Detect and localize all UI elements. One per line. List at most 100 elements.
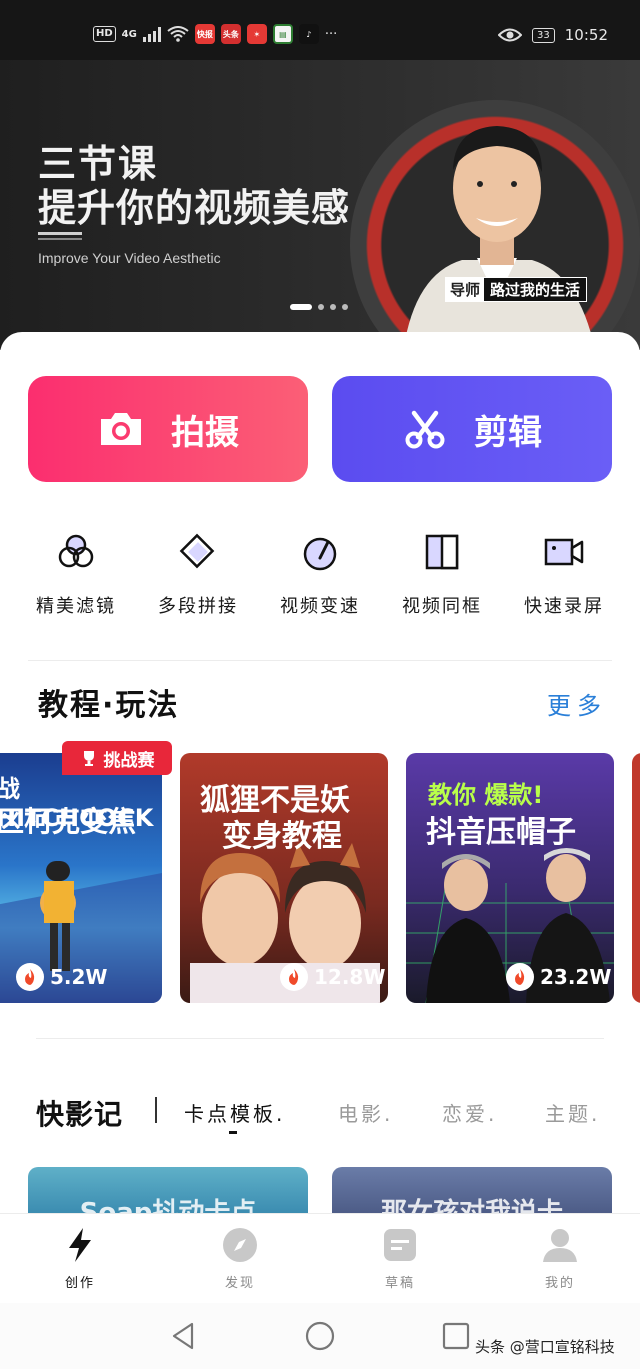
tab-label: 创作 [64, 1276, 95, 1291]
tab-movie[interactable]: 电影. [338, 1098, 393, 1127]
status-bar: HD 4G 快报 头条 ✶ ▤ ♪ ··· 33 10:52 [0, 0, 640, 60]
banner-title-line2: 提升你的视频美感 [38, 186, 351, 230]
trophy-icon [83, 751, 94, 766]
more-notifications: ··· [324, 26, 338, 42]
clock: 10:52 [564, 26, 608, 44]
tool-label: 视频同框 [402, 596, 482, 617]
page-dot [318, 304, 324, 310]
page-dot [342, 304, 348, 310]
view-count: 5.2W [16, 963, 108, 991]
watermark: 头条 @营口宣铭科技 [475, 1338, 615, 1356]
kuaiyingji-title: 快影记 [36, 1098, 124, 1131]
tool-splice[interactable]: 多段拼接 [137, 530, 259, 618]
scissors-icon [405, 410, 445, 449]
template-card-title: Soap抖动卡点 [79, 1198, 257, 1215]
profile-icon [543, 1229, 577, 1262]
more-link[interactable]: 更多 [547, 686, 607, 721]
signal-icon [142, 26, 161, 42]
tool-label: 快速录屏 [524, 596, 604, 617]
tab-love[interactable]: 恋爱. [442, 1098, 497, 1127]
view-count-value: 12.8W [314, 965, 386, 989]
tutorial-cards: 战 HITCHCOCK 区柯克变焦 5.2W 狐狸不是妖 变身教程 12.8W … [0, 753, 640, 1005]
template-card[interactable]: 那女孩对我说卡 [332, 1167, 612, 1215]
tab-create[interactable]: 创作 [0, 1214, 160, 1303]
status-right: 33 10:52 [498, 26, 608, 44]
tool-label: 精美滤镜 [36, 596, 116, 617]
home-icon[interactable] [304, 1320, 336, 1352]
view-count-value: 23.2W [540, 965, 612, 989]
promo-banner[interactable]: 三节课 提升你的视频美感 Improve Your Video Aestheti… [0, 60, 640, 350]
banner-divider-2 [38, 238, 82, 240]
read-icon: ▤ [272, 24, 293, 44]
battery-icon: 33 [532, 27, 555, 43]
splice-icon [179, 533, 215, 569]
banner-divider [38, 232, 82, 235]
tab-label: 我的 [544, 1276, 575, 1291]
network-type: 4G [121, 28, 137, 40]
card-title-line2: 变身教程 [222, 819, 342, 854]
bottom-tab-bar: 创作 发现 草稿 我的 [0, 1213, 640, 1303]
edit-label: 剪辑 [474, 412, 542, 453]
page-dot-active [290, 304, 312, 310]
kuaibao-icon: 快报 [194, 24, 215, 44]
tab-discover[interactable]: 发现 [160, 1214, 320, 1303]
mentor-photo [403, 126, 595, 350]
tool-label: 视频变速 [280, 596, 360, 617]
toutiao-icon: 头条 [220, 24, 241, 44]
template-card-title: 那女孩对我说卡 [380, 1198, 563, 1215]
duet-icon [425, 534, 459, 570]
lightning-icon [69, 1228, 91, 1262]
edit-button[interactable]: 剪辑 [332, 376, 612, 482]
view-count-value: 5.2W [50, 965, 108, 989]
flame-icon [506, 963, 534, 991]
weibo-icon: ✶ [246, 24, 267, 44]
eye-icon [498, 28, 523, 42]
wifi-icon [167, 26, 189, 42]
card-title-line1: 教你 爆款! [428, 781, 544, 809]
divider [28, 660, 612, 661]
mentor-tag: 导师 路过我的生活 [445, 277, 588, 302]
banner-subtitle: Improve Your Video Aesthetic [38, 250, 221, 266]
tutorial-card[interactable]: 狐狸不是妖 变身教程 12.8W [180, 753, 388, 1003]
screen-record-icon [544, 538, 584, 566]
card-title-line1: 狐狸不是妖 [200, 783, 350, 818]
tool-screen-record[interactable]: 快速录屏 [503, 530, 625, 618]
tutorial-card-peek[interactable] [632, 753, 640, 1003]
tab-drafts[interactable]: 草稿 [320, 1214, 480, 1303]
compass-icon [223, 1228, 257, 1262]
challenge-badge-label: 挑战赛 [103, 750, 155, 771]
mentor-role: 导师 [446, 278, 485, 301]
challenge-badge: 挑战赛 [62, 741, 172, 775]
tab-beat-template[interactable]: 卡点模板. [184, 1098, 285, 1127]
tools-row: 精美滤镜 多段拼接 视频变速 视频同框 快速录屏 [0, 530, 640, 618]
recents-icon[interactable] [440, 1320, 472, 1352]
template-card[interactable]: Soap抖动卡点 [28, 1167, 308, 1215]
card-title-line2: 区柯克变焦 [0, 805, 137, 838]
hd-indicator: HD [93, 26, 116, 42]
tutorials-title: 教程·玩法 [38, 688, 180, 723]
flame-icon [280, 963, 308, 991]
tool-label: 多段拼接 [158, 596, 238, 617]
tool-duet[interactable]: 视频同框 [381, 530, 503, 618]
title-separator [155, 1097, 157, 1123]
tab-active-indicator [229, 1131, 237, 1134]
card-title-line2: 抖音压帽子 [426, 815, 576, 850]
tutorial-card[interactable]: 教你 爆款! 抖音压帽子 23.2W [406, 753, 614, 1003]
shoot-label: 拍摄 [171, 412, 239, 453]
banner-page-indicator [290, 304, 348, 310]
tiktok-icon: ♪ [298, 24, 319, 44]
tab-theme[interactable]: 主题. [545, 1098, 600, 1127]
camera-icon [101, 413, 141, 445]
tutorial-card[interactable]: 战 HITCHCOCK 区柯克变焦 5.2W [0, 753, 162, 1003]
divider [36, 1038, 604, 1039]
tab-label: 发现 [224, 1276, 255, 1291]
page-dot [330, 304, 336, 310]
view-count: 12.8W [280, 963, 385, 991]
tab-profile[interactable]: 我的 [480, 1214, 640, 1303]
filter-icon [58, 534, 94, 568]
back-icon[interactable] [168, 1320, 200, 1352]
flame-icon [16, 963, 44, 991]
shoot-button[interactable]: 拍摄 [28, 376, 308, 482]
tool-speed[interactable]: 视频变速 [259, 530, 381, 618]
tool-filter[interactable]: 精美滤镜 [15, 530, 137, 618]
